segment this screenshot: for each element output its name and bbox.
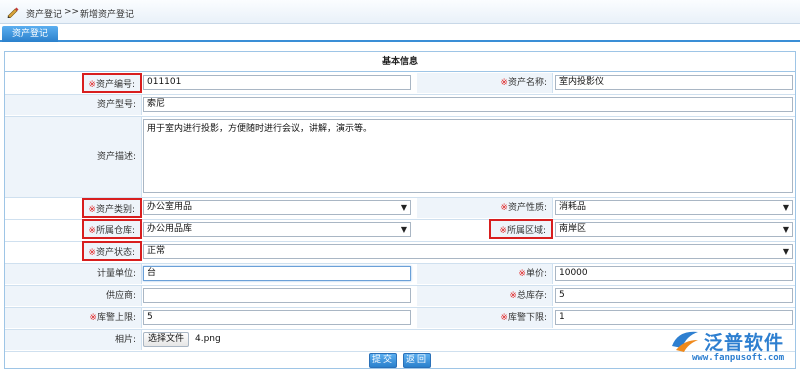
asset-model-label: 资产型号:	[5, 95, 142, 115]
supplier-label: 供应商:	[5, 286, 142, 306]
asset-category-label: ※资产类别:	[82, 198, 142, 218]
breadcrumb-bar: 资产登记 >> 新增资产登记	[0, 0, 800, 24]
asset-no-input[interactable]: 011101	[143, 75, 411, 90]
asset-category-select[interactable]: 办公室用品 ▼	[143, 200, 411, 215]
asset-name-label: ※资产名称:	[417, 73, 553, 93]
asset-no-label: ※资产编号:	[82, 73, 142, 93]
asset-model-input[interactable]: 索尼	[143, 97, 793, 112]
status-select[interactable]: 正常 ▼	[143, 244, 793, 259]
unit-input[interactable]: 台	[143, 266, 411, 281]
total-stock-label: ※总库存:	[417, 286, 553, 306]
dropdown-arrow-icon: ▼	[400, 225, 407, 234]
brand-url: www.fanpusoft.com	[692, 353, 785, 363]
brand-watermark: 泛普软件 www.fanpusoft.com	[662, 326, 798, 368]
pencil-icon	[7, 7, 19, 18]
brand-logo-icon	[672, 331, 698, 352]
asset-nature-label: ※资产性质:	[417, 198, 553, 218]
tab-asset-register[interactable]: 资产登记	[2, 26, 58, 42]
asset-desc-label: 资产描述:	[5, 117, 142, 197]
stock-lower-input[interactable]: 1	[555, 310, 793, 325]
tab-bar: 资产登记	[0, 26, 800, 42]
brand-name: 泛普软件	[704, 332, 785, 354]
warehouse-label: ※所属仓库:	[82, 219, 142, 239]
asset-form: 基本信息 ※资产编号: 011101 ※资产名称: 室内投影仪 资产型号: 索尼…	[4, 51, 796, 369]
breadcrumb-item-new-asset: 新增资产登记	[80, 10, 135, 20]
supplier-input[interactable]	[143, 288, 411, 303]
section-title: 基本信息	[5, 52, 795, 72]
warehouse-select[interactable]: 办公用品库 ▼	[143, 222, 411, 237]
stock-upper-label: ※库警上限:	[5, 308, 142, 328]
asset-desc-textarea[interactable]: 用于室内进行投影，方便随时进行会议，讲解，演示等。	[143, 119, 793, 193]
unit-label: 计量单位:	[5, 264, 142, 284]
submit-button[interactable]: 提交	[369, 353, 397, 368]
asset-nature-select[interactable]: 消耗品 ▼	[555, 200, 793, 215]
back-button[interactable]: 返回	[403, 353, 431, 368]
breadcrumb-item-asset-register[interactable]: 资产登记	[26, 7, 62, 20]
choose-file-button[interactable]: 选择文件	[143, 332, 190, 347]
breadcrumb-separator: >>	[64, 7, 80, 17]
area-label: ※所属区域:	[489, 219, 553, 239]
area-select[interactable]: 南岸区 ▼	[555, 222, 793, 237]
stock-lower-label: ※库警下限:	[417, 308, 553, 328]
dropdown-arrow-icon: ▼	[782, 203, 789, 212]
price-label: ※单价:	[417, 264, 553, 284]
dropdown-arrow-icon: ▼	[400, 203, 407, 212]
asset-name-input[interactable]: 室内投影仪	[555, 75, 793, 90]
file-name-text: 4.png	[195, 334, 221, 344]
dropdown-arrow-icon: ▼	[782, 225, 789, 234]
dropdown-arrow-icon: ▼	[782, 247, 789, 256]
total-stock-input[interactable]: 5	[555, 288, 793, 303]
status-label: ※资产状态:	[82, 241, 142, 261]
price-input[interactable]: 10000	[555, 266, 793, 281]
photo-label: 相片:	[5, 330, 142, 350]
stock-upper-input[interactable]: 5	[143, 310, 411, 325]
